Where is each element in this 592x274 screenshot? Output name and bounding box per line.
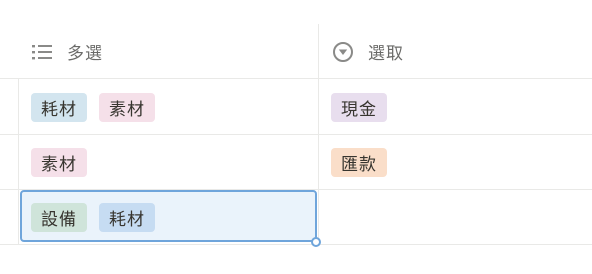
multi-select-cell[interactable]: 設備 耗材 xyxy=(19,190,318,245)
column-header-label: 多選 xyxy=(67,44,103,64)
tag[interactable]: 匯款 xyxy=(331,148,387,177)
tag[interactable]: 耗材 xyxy=(99,203,155,232)
column-header-select[interactable]: 選取 xyxy=(332,24,404,79)
select-cell[interactable]: 匯款 xyxy=(319,135,592,190)
multi-select-cell[interactable]: 素材 xyxy=(19,135,318,190)
tag[interactable]: 設備 xyxy=(31,203,87,232)
column-header-multi-select[interactable]: 多選 xyxy=(31,24,103,79)
column-header-label: 選取 xyxy=(368,44,404,64)
tag[interactable]: 素材 xyxy=(99,93,155,122)
select-cell[interactable]: 現金 xyxy=(319,80,592,135)
multi-select-cell[interactable]: 耗材 素材 xyxy=(19,80,318,135)
select-dropdown-icon xyxy=(332,41,354,63)
tag[interactable]: 耗材 xyxy=(31,93,87,122)
tag[interactable]: 素材 xyxy=(31,148,87,177)
tag[interactable]: 現金 xyxy=(331,93,387,122)
select-cell[interactable] xyxy=(319,190,592,245)
list-icon xyxy=(31,41,53,63)
